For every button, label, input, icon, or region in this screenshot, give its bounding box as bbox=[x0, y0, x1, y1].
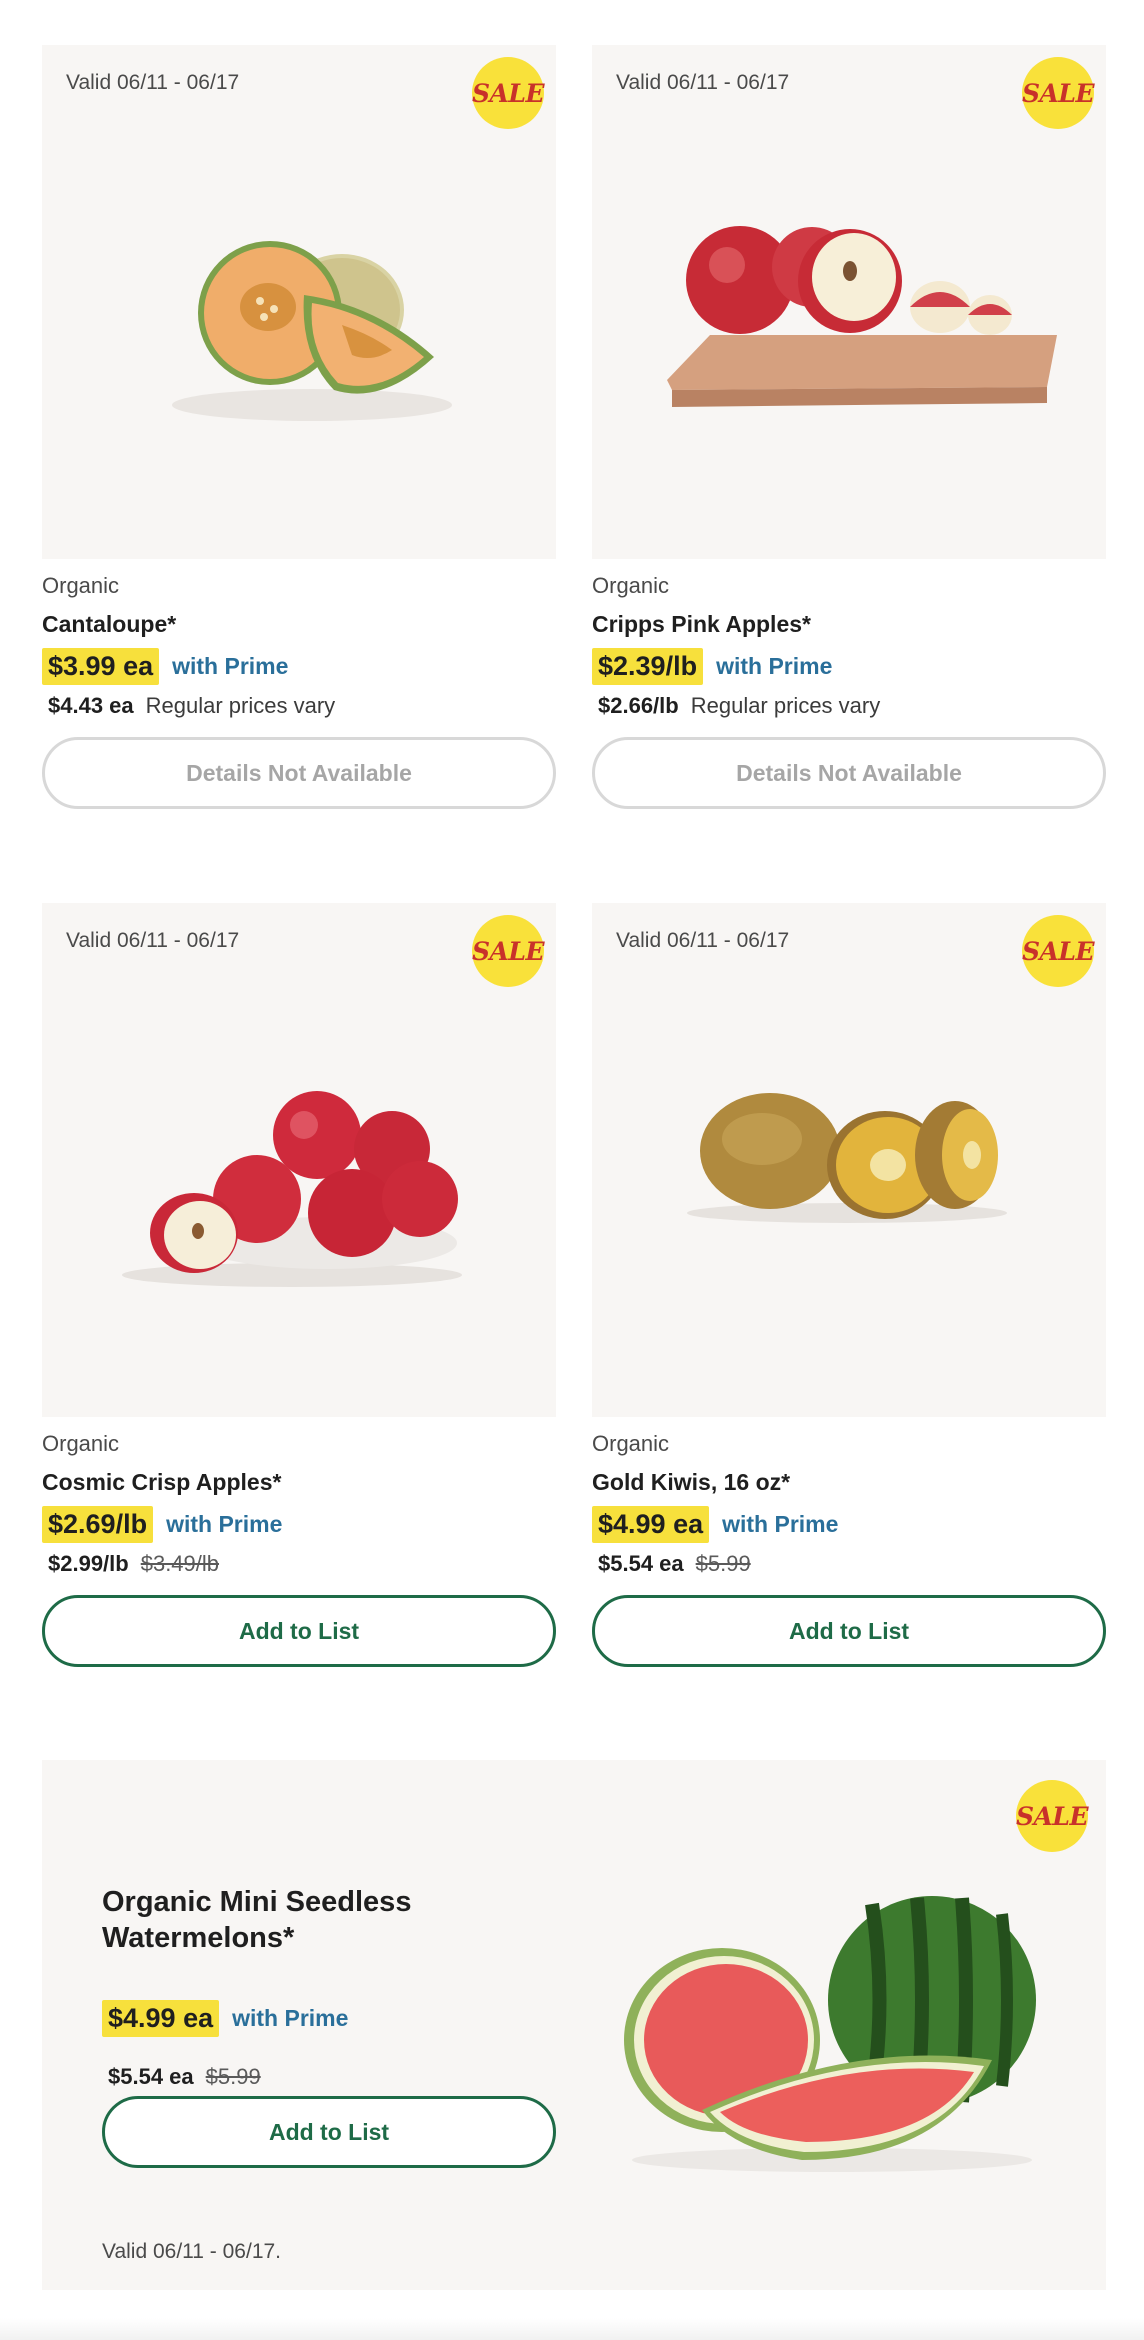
regular-price: $4.43 ea bbox=[48, 693, 134, 718]
product-image-box[interactable]: Valid 06/11 - 06/17 SALE bbox=[592, 45, 1106, 559]
product-image-box[interactable]: Valid 06/11 - 06/17 SALE bbox=[42, 903, 556, 1417]
regular-price: $5.54 ea bbox=[598, 1551, 684, 1576]
prime-price: $4.99 ea bbox=[102, 2000, 220, 2037]
watermelon-image bbox=[624, 1896, 1036, 2172]
apples-on-plate-image bbox=[122, 1091, 462, 1287]
product-image-box[interactable]: Valid 06/11 - 06/17 SALE bbox=[592, 903, 1106, 1417]
details-not-available-button[interactable]: Details Not Available bbox=[592, 737, 1106, 809]
product-card-cosmic-crisp-apples: Valid 06/11 - 06/17 SALE Organic Cosmic … bbox=[42, 903, 556, 1761]
prime-label: with Prime bbox=[722, 1511, 839, 1537]
bottom-edge bbox=[0, 2318, 1144, 2340]
valid-dates: Valid 06/11 - 06/17. bbox=[102, 2240, 282, 2263]
regular-price: $2.66/lb bbox=[598, 693, 679, 718]
product-brand: Organic bbox=[592, 1431, 670, 1456]
product-name[interactable]: Cripps Pink Apples* bbox=[592, 611, 1106, 638]
featured-product-watermelons: SALE Organic Mini Seedless Watermelons* … bbox=[42, 1760, 1106, 2290]
featured-product-name[interactable]: Organic Mini Seedless Watermelons* bbox=[102, 1884, 522, 1957]
product-card-cantaloupe: Valid 06/11 - 06/17 SALE Organic Cantalo… bbox=[42, 45, 556, 903]
regular-price-row: $2.99/lb $3.49/lb bbox=[42, 1551, 556, 1577]
original-price: $5.99 bbox=[205, 2064, 261, 2089]
prime-price: $3.99 ea bbox=[42, 648, 160, 685]
prime-price: $2.69/lb bbox=[42, 1506, 154, 1543]
product-name[interactable]: Gold Kiwis, 16 oz* bbox=[592, 1469, 1106, 1496]
original-price: $5.99 bbox=[695, 1551, 751, 1576]
regular-price-note: Regular prices vary bbox=[690, 693, 881, 718]
product-grid: Valid 06/11 - 06/17 SALE Organic Cantalo… bbox=[42, 45, 1106, 1761]
prime-price: $4.99 ea bbox=[592, 1506, 710, 1543]
add-to-list-button[interactable]: Add to List bbox=[102, 2096, 556, 2168]
product-card-cripps-pink-apples: Valid 06/11 - 06/17 SALE Organic Cripps … bbox=[592, 45, 1106, 903]
prime-price: $2.39/lb bbox=[592, 648, 704, 685]
original-price: $3.49/lb bbox=[140, 1551, 220, 1576]
cantaloupe-image bbox=[172, 241, 452, 421]
prime-label: with Prime bbox=[232, 2005, 349, 2031]
product-brand: Organic bbox=[42, 1431, 120, 1456]
product-card-gold-kiwis: Valid 06/11 - 06/17 SALE Organic Gold Ki… bbox=[592, 903, 1106, 1761]
prime-label: with Prime bbox=[166, 1511, 283, 1537]
regular-price: $2.99/lb bbox=[48, 1551, 129, 1576]
prime-price-row: $4.99 ea with Prime bbox=[102, 2000, 348, 2037]
regular-price-row: $2.66/lb Regular prices vary bbox=[592, 693, 1106, 719]
product-brand: Organic bbox=[42, 573, 120, 598]
product-name[interactable]: Cosmic Crisp Apples* bbox=[42, 1469, 556, 1496]
sale-badge: SALE bbox=[1016, 1780, 1089, 1852]
details-not-available-button[interactable]: Details Not Available bbox=[42, 737, 556, 809]
product-image-box[interactable]: Valid 06/11 - 06/17 SALE bbox=[42, 45, 556, 559]
prime-price-row: $4.99 ea with Prime bbox=[592, 1506, 1106, 1543]
add-to-list-button[interactable]: Add to List bbox=[592, 1595, 1106, 1667]
regular-price-row: $5.54 ea $5.99 bbox=[592, 1551, 1106, 1577]
regular-price-note: Regular prices vary bbox=[145, 693, 336, 718]
prime-price-row: $2.39/lb with Prime bbox=[592, 648, 1106, 685]
prime-price-row: $3.99 ea with Prime bbox=[42, 648, 556, 685]
regular-price-row: $4.43 ea Regular prices vary bbox=[42, 693, 556, 719]
prime-label: with Prime bbox=[172, 653, 289, 679]
apples-on-board-image bbox=[667, 226, 1057, 407]
product-name[interactable]: Cantaloupe* bbox=[42, 611, 556, 638]
prime-label: with Prime bbox=[716, 653, 833, 679]
regular-price-row: $5.54 ea $5.99 bbox=[102, 2064, 261, 2090]
gold-kiwi-image bbox=[687, 1093, 1007, 1223]
regular-price: $5.54 ea bbox=[108, 2064, 194, 2089]
prime-price-row: $2.69/lb with Prime bbox=[42, 1506, 556, 1543]
add-to-list-button[interactable]: Add to List bbox=[42, 1595, 556, 1667]
product-brand: Organic bbox=[592, 573, 670, 598]
